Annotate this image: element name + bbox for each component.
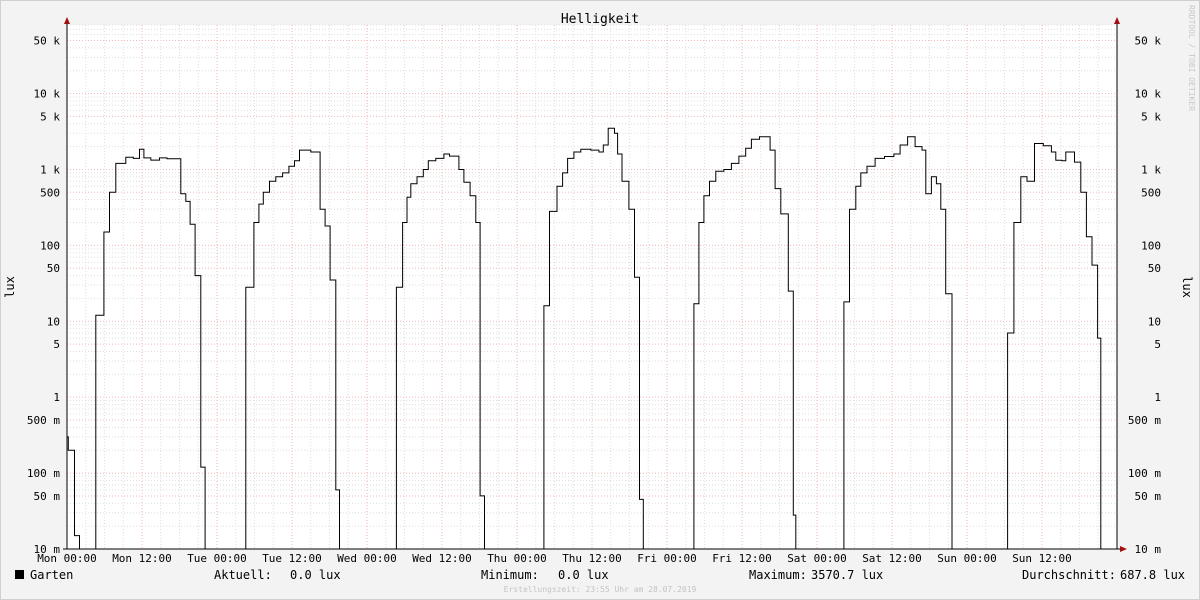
y-tick-label-left: 50 k [34,34,61,47]
y-tick-label-left: 1 [53,391,60,404]
y-tick-label-left: 1 k [40,163,60,176]
y-tick-label-left: 5 [53,338,60,351]
y-tick-label-left: 10 k [34,88,61,101]
footer-timestamp: Erstellungszeit: 23:55 Uhr am 28.07.2019 [504,585,697,594]
legend-maximum-label: Maximum: [749,568,807,582]
x-tick-label: Tue 12:00 [262,552,322,565]
x-tick-label: Mon 00:00 [37,552,97,565]
y-axis-label-left: lux [3,276,17,298]
x-tick-label: Thu 12:00 [562,552,622,565]
y-axis-label-right: lux [1180,276,1194,298]
legend-series-label: Garten [30,568,73,582]
legend-current-label: Aktuell: [214,568,272,582]
legend-minimum-value: 0.0 lux [558,568,609,582]
x-tick-label: Sun 00:00 [937,552,997,565]
y-tick-label-right: 10 [1148,315,1161,328]
x-tick-label: Tue 00:00 [187,552,247,565]
y-tick-label-left: 50 m [34,490,61,503]
y-tick-label-right: 5 k [1141,110,1161,123]
y-tick-label-right: 1 k [1141,163,1161,176]
x-tick-label: Sat 12:00 [862,552,922,565]
x-tick-label: Mon 12:00 [112,552,172,565]
x-tick-label: Thu 00:00 [487,552,547,565]
x-tick-label: Fri 12:00 [712,552,772,565]
y-tick-label-right: 500 m [1128,414,1161,427]
x-tick-label: Fri 00:00 [637,552,697,565]
y-tick-label-left: 500 [40,186,60,199]
legend-minimum-label: Minimum: [481,568,539,582]
chart-svg: 50 k 10 k 5 k 1 k 500 100 50 10 5 1 500 m 100 m 50 m… [0,0,1200,600]
legend-maximum-value: 3570.7 lux [811,568,883,582]
y-tick-label-left: 5 k [40,110,60,123]
y-tick-label-right: 1 [1154,391,1161,404]
y-tick-label-right: 50 m [1135,490,1162,503]
y-tick-label-right: 10 m [1135,543,1162,556]
legend-average-label: Durchschnitt: [1022,568,1116,582]
y-tick-label-right: 5 [1154,338,1161,351]
y-tick-label-left: 100 [40,239,60,252]
legend-average-value: 687.8 lux [1120,568,1185,582]
legend-current-value: 0.0 lux [290,568,341,582]
y-tick-label-right: 10 k [1135,88,1162,101]
y-tick-label-right: 50 [1148,262,1161,275]
y-tick-label-left: 10 [47,315,60,328]
y-tick-label-left: 50 [47,262,60,275]
x-tick-label: Wed 00:00 [337,552,397,565]
chart-root: 50 k 10 k 5 k 1 k 500 100 50 10 5 1 500 m 100 m 50 m… [0,0,1200,600]
chart-title: Helligkeit [561,12,639,27]
legend-swatch [15,570,24,579]
y-tick-label-right: 500 [1141,186,1161,199]
y-tick-label-right: 100 [1141,239,1161,252]
y-tick-label-right: 100 m [1128,467,1161,480]
x-tick-label: Sat 00:00 [787,552,847,565]
y-tick-label-left: 500 m [27,414,60,427]
x-tick-label: Wed 12:00 [412,552,472,565]
x-tick-label: Sun 12:00 [1012,552,1072,565]
y-tick-label-right: 50 k [1135,34,1162,47]
watermark: RRDTOOL / TOBI OETIKER [1187,5,1196,111]
y-tick-label-left: 100 m [27,467,60,480]
